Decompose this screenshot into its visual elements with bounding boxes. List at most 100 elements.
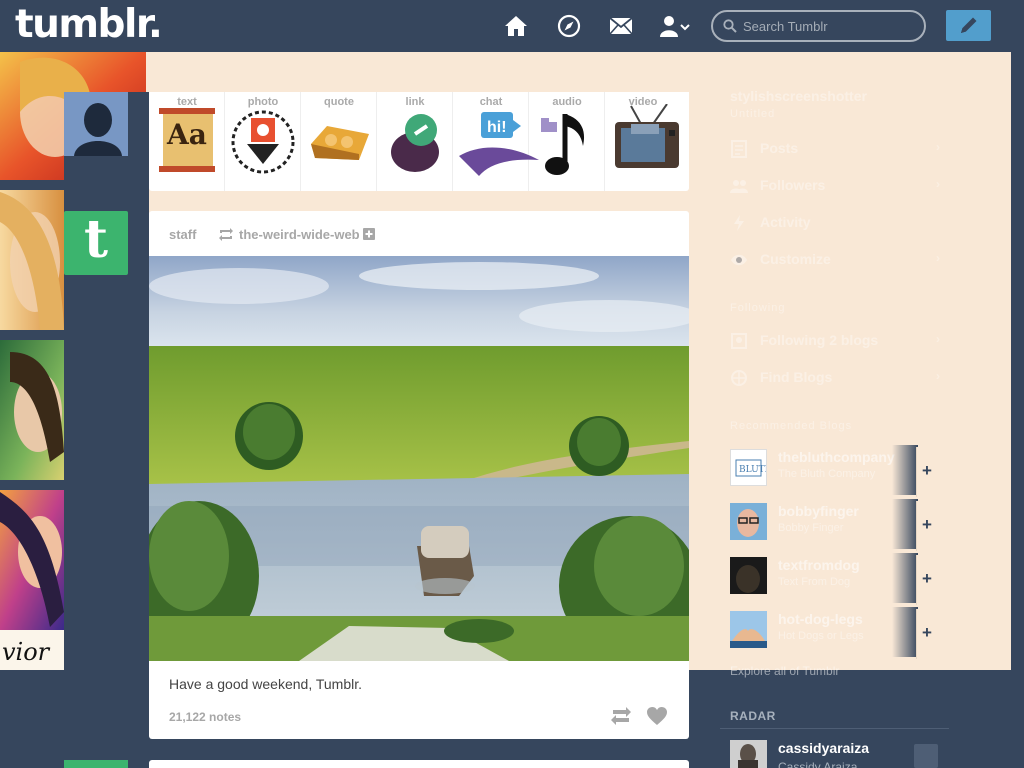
- svg-text:BLUTH: BLUTH: [739, 465, 766, 475]
- reblog-arrow-icon: [219, 228, 233, 241]
- plus-icon: +: [922, 461, 932, 480]
- radar-heading: RADAR: [730, 709, 776, 723]
- photo-camera-icon: [231, 110, 295, 174]
- post-photo[interactable]: [149, 256, 689, 661]
- posts-icon: [731, 140, 747, 158]
- sidebar-item-label: Followers: [760, 177, 826, 193]
- follow-button[interactable]: +: [916, 501, 940, 551]
- follow-plus-icon[interactable]: [363, 228, 375, 240]
- following-section-label: Following: [730, 302, 786, 314]
- sidebar-item-followers[interactable]: Followers ›: [730, 175, 940, 197]
- sidebar-item-following[interactable]: Following 2 blogs ›: [730, 330, 940, 352]
- chevron-right-icon: ›: [936, 369, 940, 383]
- post-caption: Have a good weekend, Tumblr.: [169, 676, 363, 692]
- chevron-right-icon: ›: [936, 251, 940, 265]
- recommended-blog-title: Bobby Finger: [778, 522, 844, 534]
- dashboard-post: staff the-weird-wide-web Have a good wee…: [149, 211, 689, 739]
- plus-icon: +: [922, 515, 932, 534]
- like-heart-icon[interactable]: [647, 707, 667, 725]
- recommended-blog[interactable]: textfromdog Text From Dog +: [730, 553, 940, 605]
- explore-compass-icon[interactable]: [557, 14, 581, 38]
- radar-blog-name[interactable]: cassidyaraiza: [778, 740, 869, 756]
- svg-text:hi!: hi!: [487, 119, 507, 136]
- sidebar-item-label: Posts: [760, 140, 799, 156]
- post-type-bar: text Aa photo quote link chat hi! audio …: [149, 92, 689, 191]
- follow-button[interactable]: +: [916, 447, 940, 497]
- find-blogs-icon: [731, 370, 747, 386]
- new-video-post-button[interactable]: video: [605, 92, 681, 191]
- compose-pencil-icon: [961, 17, 977, 33]
- search-box[interactable]: [711, 10, 926, 42]
- followers-icon: [730, 180, 748, 193]
- sidebar-item-find-blogs[interactable]: Find Blogs ›: [730, 367, 940, 389]
- text-aa-icon: Aa: [159, 108, 215, 172]
- radar-blog-title: Cassidy Araiza: [778, 760, 858, 768]
- follow-button[interactable]: +: [916, 609, 940, 659]
- tumblr-logo[interactable]: tumblr.: [15, 2, 163, 47]
- search-input[interactable]: [743, 15, 918, 37]
- following-icon: [731, 333, 747, 349]
- next-post-avatar[interactable]: [64, 760, 128, 768]
- new-text-post-button[interactable]: text Aa: [149, 92, 225, 191]
- avatar[interactable]: [730, 740, 767, 768]
- new-chat-post-button[interactable]: chat hi!: [453, 92, 539, 191]
- reblog-button[interactable]: [610, 707, 632, 725]
- sidebar-item-label: Find Blogs: [760, 369, 833, 385]
- recommended-blog[interactable]: hot-dog-legs Hot Dogs or Legs +: [730, 607, 940, 659]
- sidebar-item-label: Activity: [760, 214, 811, 230]
- recommended-blog[interactable]: BLUTH thebluthcompany The Bluth Company …: [730, 445, 940, 497]
- quote-icon: [311, 126, 369, 160]
- chevron-right-icon: ›: [936, 332, 940, 346]
- new-photo-post-button[interactable]: photo: [225, 92, 301, 191]
- radar-follow-button[interactable]: [914, 744, 938, 768]
- customize-eye-icon: [731, 254, 747, 266]
- audio-headphones-icon: [541, 114, 585, 175]
- recommended-blog-title: The Bluth Company: [778, 468, 876, 480]
- svg-text:Aa: Aa: [166, 118, 207, 151]
- blog-name[interactable]: stylishscreenshotter: [730, 88, 867, 104]
- recommended-blog[interactable]: bobbyfinger Bobby Finger +: [730, 499, 940, 551]
- new-audio-post-button[interactable]: audio: [529, 92, 605, 191]
- dashboard-avatar-column: [64, 92, 149, 768]
- link-icon: [391, 114, 439, 172]
- search-icon: [723, 19, 737, 33]
- recommended-section-label: Recommended Blogs: [730, 420, 853, 432]
- avatar[interactable]: BLUTH: [730, 449, 773, 486]
- sidebar-item-activity[interactable]: Activity: [730, 212, 940, 234]
- sidebar-item-customize[interactable]: Customize ›: [730, 249, 940, 271]
- sidebar-item-label: Customize: [760, 251, 831, 267]
- chevron-right-icon: ›: [936, 140, 940, 154]
- inbox-envelope-icon[interactable]: [609, 14, 633, 38]
- activity-icon: [734, 215, 744, 231]
- explore-all-link[interactable]: Explore all of Tumblr: [730, 664, 839, 678]
- follow-button[interactable]: +: [916, 555, 940, 605]
- account-icon[interactable]: [660, 14, 690, 38]
- recommended-blog-name[interactable]: hot-dog-legs: [778, 611, 863, 627]
- compose-button[interactable]: [946, 10, 991, 41]
- recommended-blog-title: Text From Dog: [778, 576, 851, 588]
- divider: [720, 728, 949, 729]
- recommended-blog-title: Hot Dogs or Legs: [778, 630, 864, 642]
- avatar[interactable]: [730, 503, 767, 540]
- top-navigation-bar: tumblr.: [0, 0, 1024, 52]
- sidebar-item-label: Following 2 blogs: [760, 332, 879, 348]
- user-avatar[interactable]: [64, 92, 128, 156]
- staff-avatar[interactable]: t: [64, 209, 128, 275]
- post-author-link[interactable]: staff: [169, 227, 196, 242]
- blog-subtitle: Untitled: [730, 108, 776, 120]
- avatar[interactable]: [730, 611, 767, 648]
- chat-bubble-icon: hi!: [459, 112, 539, 176]
- recommended-blog-name[interactable]: bobbyfinger: [778, 503, 859, 519]
- svg-text:vior: vior: [2, 638, 51, 666]
- post-notes-count[interactable]: 21,122 notes: [169, 710, 241, 724]
- recommended-blog-name[interactable]: thebluthcompany: [778, 449, 895, 465]
- new-quote-post-button[interactable]: quote: [301, 92, 377, 191]
- recommended-blog-name[interactable]: textfromdog: [778, 557, 860, 573]
- default-user-silhouette-icon: [64, 92, 128, 156]
- avatar[interactable]: [730, 557, 767, 594]
- chevron-right-icon: ›: [936, 177, 940, 191]
- sidebar-item-posts[interactable]: Posts ›: [730, 138, 940, 160]
- home-icon[interactable]: [504, 14, 528, 38]
- new-link-post-button[interactable]: link: [377, 92, 453, 191]
- reblogged-from-link[interactable]: the-weird-wide-web: [239, 227, 360, 242]
